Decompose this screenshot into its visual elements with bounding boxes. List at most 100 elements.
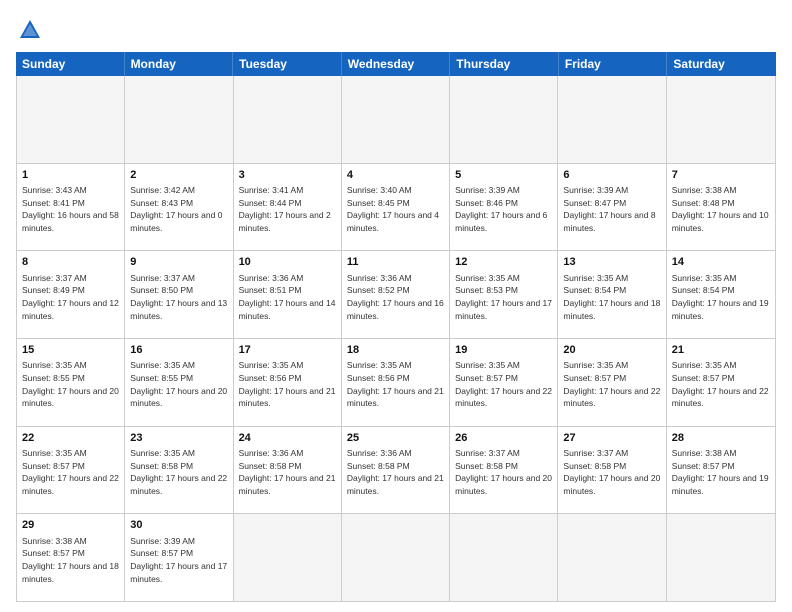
cell-info: Sunrise: 3:36 AMSunset: 8:58 PMDaylight:… xyxy=(239,448,336,496)
day-number: 6 xyxy=(563,168,660,183)
cell-info: Sunrise: 3:37 AMSunset: 8:49 PMDaylight:… xyxy=(22,273,119,321)
day-number: 29 xyxy=(22,518,119,533)
calendar-row-4: 22Sunrise: 3:35 AMSunset: 8:57 PMDayligh… xyxy=(17,427,775,515)
calendar-cell: 3 Sunrise: 3:41 AMSunset: 8:44 PMDaylight… xyxy=(234,164,342,251)
day-number: 11 xyxy=(347,255,444,270)
cell-info: Sunrise: 3:35 AMSunset: 8:57 PMDaylight:… xyxy=(563,360,660,408)
calendar-cell: 15Sunrise: 3:35 AMSunset: 8:55 PMDayligh… xyxy=(17,339,125,426)
calendar-cell xyxy=(667,76,775,163)
calendar-cell: 18 Sunrise: 3:35 AMSunset: 8:56 PMDayligh… xyxy=(342,339,450,426)
calendar-cell: 7Sunrise: 3:38 AMSunset: 8:48 PMDaylight… xyxy=(667,164,775,251)
day-number: 21 xyxy=(672,343,770,358)
day-number: 24 xyxy=(239,431,336,446)
day-number: 23 xyxy=(130,431,227,446)
calendar-cell xyxy=(342,76,450,163)
weekday-header-sunday: Sunday xyxy=(16,52,125,76)
day-number: 15 xyxy=(22,343,119,358)
day-number: 27 xyxy=(563,431,660,446)
calendar-cell xyxy=(558,76,666,163)
day-number: 9 xyxy=(130,255,227,270)
calendar-header: SundayMondayTuesdayWednesdayThursdayFrid… xyxy=(16,52,776,76)
cell-info: Sunrise: 3:35 AMSunset: 8:56 PMDaylight:… xyxy=(239,360,336,408)
cell-info: Sunrise: 3:35 AMSunset: 8:53 PMDaylight:… xyxy=(455,273,552,321)
calendar-row-5: 29 Sunrise: 3:38 AMSunset: 8:57 PMDayligh… xyxy=(17,514,775,601)
cell-info: Sunrise: 3:36 AMSunset: 8:52 PMDaylight:… xyxy=(347,273,444,321)
calendar-cell: 8 Sunrise: 3:37 AMSunset: 8:49 PMDaylight… xyxy=(17,251,125,338)
day-number: 18 xyxy=(347,343,444,358)
day-number: 8 xyxy=(22,255,119,270)
header xyxy=(16,16,776,44)
calendar-cell: 6 Sunrise: 3:39 AMSunset: 8:47 PMDaylight… xyxy=(558,164,666,251)
calendar-cell: 9 Sunrise: 3:37 AMSunset: 8:50 PMDaylight… xyxy=(125,251,233,338)
cell-info: Sunrise: 3:42 AMSunset: 8:43 PMDaylight:… xyxy=(130,185,222,233)
day-number: 3 xyxy=(239,168,336,183)
cell-info: Sunrise: 3:43 AMSunset: 8:41 PMDaylight:… xyxy=(22,185,119,233)
calendar-cell xyxy=(450,76,558,163)
day-number: 2 xyxy=(130,168,227,183)
calendar-cell: 25Sunrise: 3:36 AMSunset: 8:58 PMDayligh… xyxy=(342,427,450,514)
logo-icon xyxy=(16,16,44,44)
cell-info: Sunrise: 3:40 AMSunset: 8:45 PMDaylight:… xyxy=(347,185,439,233)
cell-info: Sunrise: 3:41 AMSunset: 8:44 PMDaylight:… xyxy=(239,185,331,233)
cell-info: Sunrise: 3:38 AMSunset: 8:57 PMDaylight:… xyxy=(22,536,119,584)
cell-info: Sunrise: 3:38 AMSunset: 8:48 PMDaylight:… xyxy=(672,185,769,233)
day-number: 17 xyxy=(239,343,336,358)
calendar-body: 1 Sunrise: 3:43 AMSunset: 8:41 PMDaylight… xyxy=(16,76,776,602)
cell-info: Sunrise: 3:35 AMSunset: 8:57 PMDaylight:… xyxy=(672,360,769,408)
day-number: 26 xyxy=(455,431,552,446)
weekday-header-thursday: Thursday xyxy=(450,52,559,76)
cell-info: Sunrise: 3:39 AMSunset: 8:46 PMDaylight:… xyxy=(455,185,547,233)
calendar-cell: 26 Sunrise: 3:37 AMSunset: 8:58 PMDayligh… xyxy=(450,427,558,514)
cell-info: Sunrise: 3:35 AMSunset: 8:54 PMDaylight:… xyxy=(672,273,769,321)
logo xyxy=(16,16,48,44)
calendar-cell: 5Sunrise: 3:39 AMSunset: 8:46 PMDaylight… xyxy=(450,164,558,251)
calendar-cell: 28Sunrise: 3:38 AMSunset: 8:57 PMDayligh… xyxy=(667,427,775,514)
cell-info: Sunrise: 3:39 AMSunset: 8:57 PMDaylight:… xyxy=(130,536,227,584)
cell-info: Sunrise: 3:35 AMSunset: 8:56 PMDaylight:… xyxy=(347,360,444,408)
day-number: 1 xyxy=(22,168,119,183)
calendar-row-2: 8 Sunrise: 3:37 AMSunset: 8:49 PMDaylight… xyxy=(17,251,775,339)
day-number: 16 xyxy=(130,343,227,358)
cell-info: Sunrise: 3:35 AMSunset: 8:54 PMDaylight:… xyxy=(563,273,660,321)
weekday-header-monday: Monday xyxy=(125,52,234,76)
cell-info: Sunrise: 3:35 AMSunset: 8:57 PMDaylight:… xyxy=(455,360,552,408)
calendar-cell: 1 Sunrise: 3:43 AMSunset: 8:41 PMDaylight… xyxy=(17,164,125,251)
calendar-cell xyxy=(125,76,233,163)
calendar-cell: 21 Sunrise: 3:35 AMSunset: 8:57 PMDayligh… xyxy=(667,339,775,426)
day-number: 20 xyxy=(563,343,660,358)
cell-info: Sunrise: 3:35 AMSunset: 8:58 PMDaylight:… xyxy=(130,448,227,496)
calendar-cell xyxy=(450,514,558,601)
calendar-row-0 xyxy=(17,76,775,164)
calendar-cell: 13Sunrise: 3:35 AMSunset: 8:54 PMDayligh… xyxy=(558,251,666,338)
calendar-cell: 30Sunrise: 3:39 AMSunset: 8:57 PMDayligh… xyxy=(125,514,233,601)
weekday-header-saturday: Saturday xyxy=(667,52,776,76)
weekday-header-friday: Friday xyxy=(559,52,668,76)
cell-info: Sunrise: 3:37 AMSunset: 8:58 PMDaylight:… xyxy=(455,448,552,496)
calendar-cell: 23 Sunrise: 3:35 AMSunset: 8:58 PMDayligh… xyxy=(125,427,233,514)
weekday-header-wednesday: Wednesday xyxy=(342,52,451,76)
cell-info: Sunrise: 3:35 AMSunset: 8:55 PMDaylight:… xyxy=(130,360,227,408)
day-number: 19 xyxy=(455,343,552,358)
day-number: 4 xyxy=(347,168,444,183)
cell-info: Sunrise: 3:37 AMSunset: 8:50 PMDaylight:… xyxy=(130,273,227,321)
calendar-cell xyxy=(234,514,342,601)
day-number: 14 xyxy=(672,255,770,270)
calendar-cell xyxy=(342,514,450,601)
calendar-cell xyxy=(667,514,775,601)
calendar-cell: 2 Sunrise: 3:42 AMSunset: 8:43 PMDaylight… xyxy=(125,164,233,251)
cell-info: Sunrise: 3:35 AMSunset: 8:57 PMDaylight:… xyxy=(22,448,119,496)
calendar-cell: 17 Sunrise: 3:35 AMSunset: 8:56 PMDayligh… xyxy=(234,339,342,426)
calendar-cell: 4 Sunrise: 3:40 AMSunset: 8:45 PMDaylight… xyxy=(342,164,450,251)
cell-info: Sunrise: 3:38 AMSunset: 8:57 PMDaylight:… xyxy=(672,448,769,496)
calendar-cell xyxy=(17,76,125,163)
cell-info: Sunrise: 3:37 AMSunset: 8:58 PMDaylight:… xyxy=(563,448,660,496)
calendar-cell: 12Sunrise: 3:35 AMSunset: 8:53 PMDayligh… xyxy=(450,251,558,338)
calendar-row-3: 15 Sunrise: 3:35 AMSunset: 8:55 PMDayligh… xyxy=(17,339,775,427)
calendar-cell: 27 Sunrise: 3:37 AMSunset: 8:58 PMDayligh… xyxy=(558,427,666,514)
cell-info: Sunrise: 3:39 AMSunset: 8:47 PMDaylight:… xyxy=(563,185,655,233)
calendar-cell: 20 Sunrise: 3:35 AMSunset: 8:57 PMDayligh… xyxy=(558,339,666,426)
calendar-cell: 16 Sunrise: 3:35 AMSunset: 8:55 PMDayligh… xyxy=(125,339,233,426)
calendar-cell: 24 Sunrise: 3:36 AMSunset: 8:58 PMDayligh… xyxy=(234,427,342,514)
calendar-cell: 22Sunrise: 3:35 AMSunset: 8:57 PMDayligh… xyxy=(17,427,125,514)
calendar-cell: 10Sunrise: 3:36 AMSunset: 8:51 PMDayligh… xyxy=(234,251,342,338)
